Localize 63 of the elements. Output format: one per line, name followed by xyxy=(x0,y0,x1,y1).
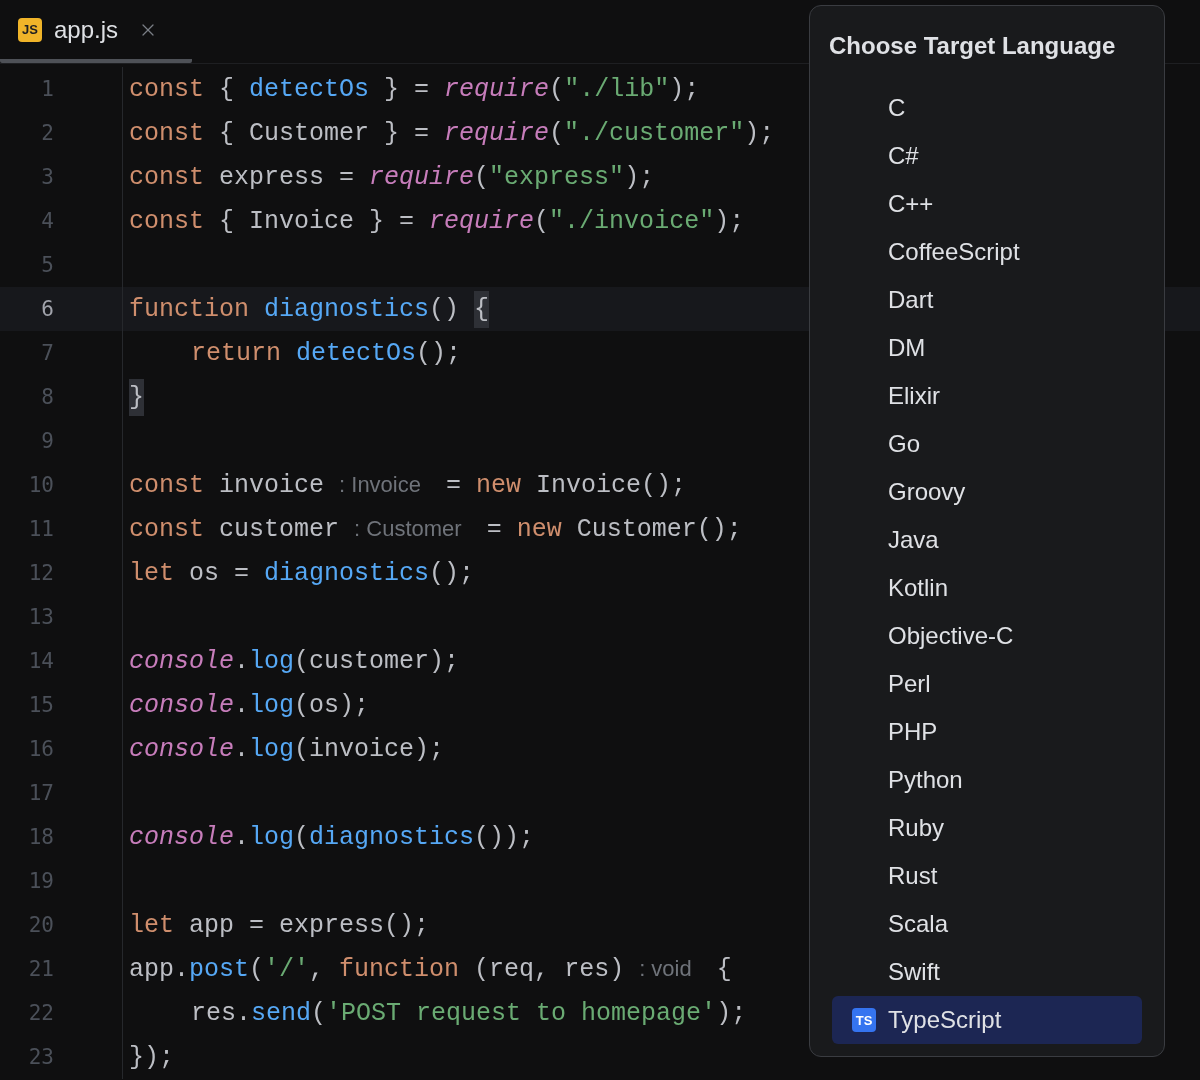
code-line: res.send('POST request to homepage'); xyxy=(191,998,747,1028)
code-line: const { Invoice } = require("./invoice"); xyxy=(129,206,745,236)
language-item[interactable]: C xyxy=(832,84,1142,132)
line-number: 8 xyxy=(40,385,54,409)
language-item[interactable]: TS TypeScript xyxy=(832,996,1142,1044)
line-number: 6 xyxy=(40,297,54,321)
line-number: 16 xyxy=(27,737,54,761)
line-number: 18 xyxy=(27,825,54,849)
language-item[interactable]: Ruby xyxy=(832,804,1142,852)
code-line: console.log(diagnostics()); xyxy=(129,822,535,852)
popup-title: Choose Target Language xyxy=(829,32,1117,60)
language-item[interactable]: Perl xyxy=(832,660,1142,708)
line-number: 4 xyxy=(40,209,54,233)
language-item[interactable]: Java xyxy=(832,516,1142,564)
line-number: 20 xyxy=(27,913,54,937)
code-line: const express = require("express"); xyxy=(129,162,655,192)
line-number: 10 xyxy=(27,473,54,497)
language-item[interactable]: Rust xyxy=(832,852,1142,900)
line-number: 17 xyxy=(27,781,54,805)
language-item[interactable]: Scala xyxy=(832,900,1142,948)
language-item[interactable]: PHP xyxy=(832,708,1142,756)
language-item[interactable]: C# xyxy=(832,132,1142,180)
code-line: console.log(os); xyxy=(129,690,370,720)
code-line: }); xyxy=(129,1042,174,1072)
line-number: 12 xyxy=(27,561,54,585)
line-number: 2 xyxy=(40,121,54,145)
line-number: 21 xyxy=(27,957,54,981)
code-line: const { Customer } = require("./customer"); xyxy=(129,118,775,148)
language-item[interactable]: Groovy xyxy=(832,468,1142,516)
line-number: 7 xyxy=(40,341,54,365)
line-number: 9 xyxy=(40,429,54,453)
line-number: 13 xyxy=(27,605,54,629)
file-tab[interactable]: JS app.js xyxy=(0,0,192,63)
line-number: 22 xyxy=(27,1001,54,1025)
line-number: 3 xyxy=(40,165,54,189)
line-number: 5 xyxy=(40,253,54,277)
code-line: console.log(invoice); xyxy=(129,734,445,764)
language-item[interactable]: DM xyxy=(832,324,1142,372)
language-item[interactable]: CoffeeScript xyxy=(832,228,1142,276)
line-number: 15 xyxy=(27,693,54,717)
line-number: 14 xyxy=(27,649,54,673)
line-number: 1 xyxy=(40,77,54,101)
language-item[interactable]: Python xyxy=(832,756,1142,804)
line-number: 11 xyxy=(27,517,54,541)
code-line: let os = diagnostics(); xyxy=(129,558,475,588)
code-line: app.post('/', function (req, res) : void { xyxy=(129,954,732,984)
code-line: const { detectOs } = require("./lib"); xyxy=(129,74,700,104)
code-line: const invoice : Invoice = new Invoice(); xyxy=(129,470,687,500)
code-line: const customer : Customer = new Customer(); xyxy=(129,514,742,544)
language-item[interactable]: Elixir xyxy=(832,372,1142,420)
language-item[interactable]: Swift xyxy=(832,948,1142,996)
code-line: let app = express(); xyxy=(129,910,430,940)
line-number: 19 xyxy=(27,869,54,893)
line-number: 23 xyxy=(27,1045,54,1069)
language-item[interactable]: C++ xyxy=(832,180,1142,228)
javascript-file-icon: JS xyxy=(18,17,42,42)
typescript-file-icon: TS xyxy=(852,1008,876,1032)
language-item[interactable]: Go xyxy=(832,420,1142,468)
language-item[interactable]: Objective-C xyxy=(832,612,1142,660)
code-line: console.log(customer); xyxy=(129,646,460,676)
code-line: return detectOs(); xyxy=(191,338,462,368)
language-item[interactable]: Dart xyxy=(832,276,1142,324)
language-item[interactable]: Kotlin xyxy=(832,564,1142,612)
